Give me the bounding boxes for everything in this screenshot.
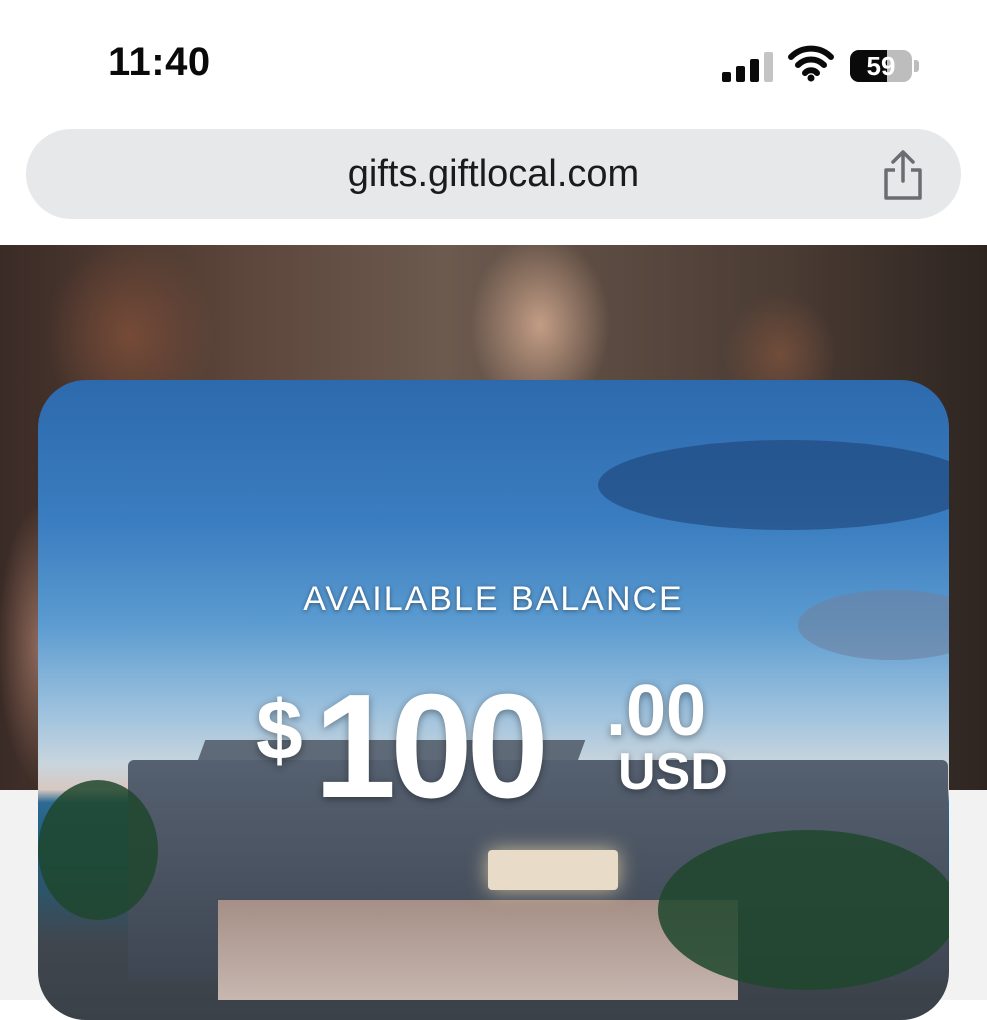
battery-level: 59 [866,51,896,81]
card-image-cloud [598,440,949,530]
wifi-icon [788,45,834,82]
currency-code: USD [618,743,728,801]
battery-nub [914,60,919,72]
currency-symbol: $ [256,683,303,777]
card-image-trees [38,780,158,920]
status-bar: 11:40 59 [0,0,987,128]
balance-label: AVAILABLE BALANCE [303,580,684,618]
share-icon[interactable] [880,149,926,201]
battery-icon: 59 [850,50,920,82]
card-image-lobby [488,850,618,890]
amount-whole: 100 [314,664,549,829]
status-time: 11:40 [108,40,211,84]
gift-card: AVAILABLE BALANCE $ 100 .00 USD [38,380,949,1020]
url-text[interactable]: gifts.giftlocal.com [26,129,961,219]
address-bar[interactable]: gifts.giftlocal.com [26,129,961,219]
card-image-trees [658,830,949,990]
battery-body: 59 [850,50,912,82]
amount-cents: .00 [606,671,707,751]
cellular-signal-icon [722,52,773,82]
